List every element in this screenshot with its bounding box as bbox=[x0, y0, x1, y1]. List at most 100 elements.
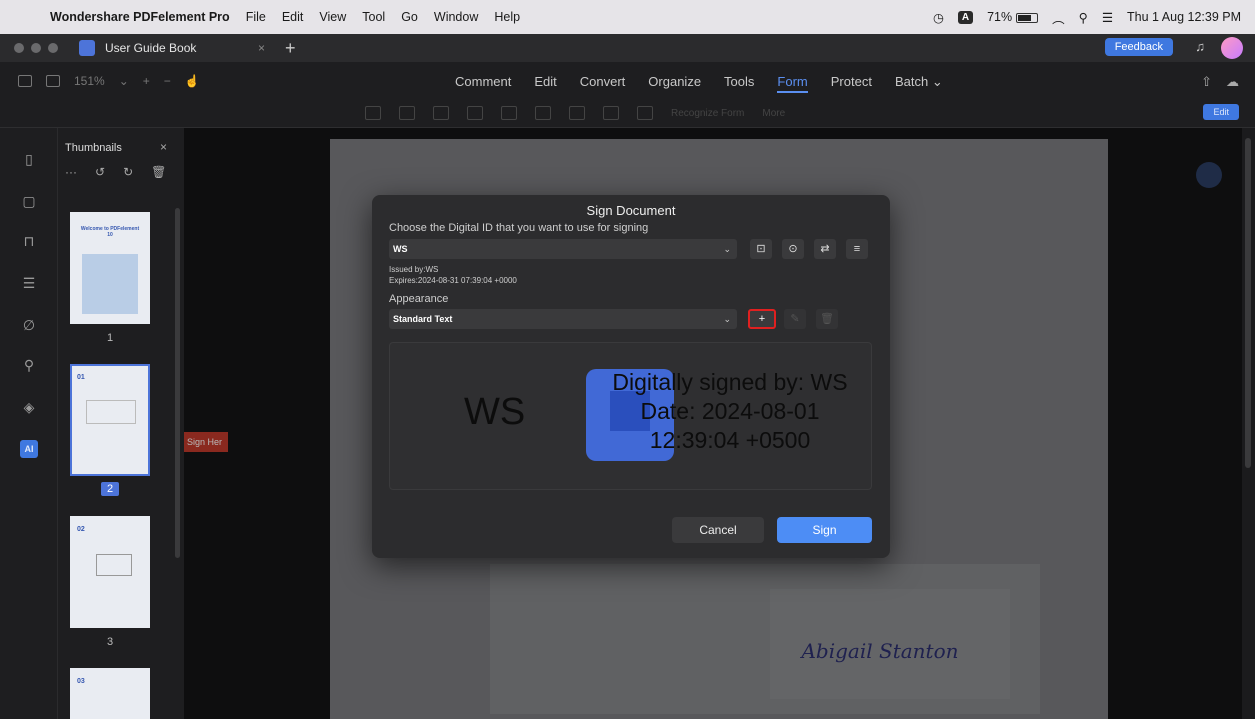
tab-protect[interactable]: Protect bbox=[831, 74, 872, 93]
menu-help[interactable]: Help bbox=[494, 10, 520, 24]
thumb-image bbox=[96, 554, 132, 576]
spotlight-search-icon[interactable]: ⚲ bbox=[1079, 10, 1088, 25]
tab-convert[interactable]: Convert bbox=[580, 74, 626, 93]
issued-by: Issued by:WS bbox=[389, 265, 439, 274]
page-layout-icon[interactable] bbox=[46, 75, 60, 87]
edit-button[interactable]: Edit bbox=[1203, 104, 1239, 120]
page-thumbnail-1[interactable]: Welcome to PDFelement 10 bbox=[70, 212, 150, 324]
recognize-form-button[interactable]: Recognize Form bbox=[671, 108, 744, 119]
tab-batch-label: Batch bbox=[894, 74, 929, 89]
button-field-icon[interactable] bbox=[535, 106, 551, 120]
add-appearance-button[interactable]: + bbox=[748, 309, 776, 329]
apple-icon[interactable] bbox=[14, 9, 28, 25]
tab-tools[interactable]: Tools bbox=[724, 74, 754, 93]
rotate-left-icon[interactable]: ↺ bbox=[95, 165, 105, 179]
menu-view[interactable]: View bbox=[319, 10, 346, 24]
tab-organize[interactable]: Organize bbox=[648, 74, 701, 93]
cancel-button[interactable]: Cancel bbox=[672, 517, 764, 543]
page-number-2-label: 2 bbox=[100, 482, 120, 496]
digital-id-details-icon[interactable]: ⊙ bbox=[782, 239, 804, 259]
tab-comment[interactable]: Comment bbox=[455, 74, 511, 93]
comments-icon[interactable]: ▢ bbox=[20, 192, 38, 210]
page-thumbnail-2[interactable]: 01 bbox=[70, 364, 150, 476]
new-digital-id-icon[interactable]: ⊡ bbox=[750, 239, 772, 259]
panel-toggle-icon[interactable] bbox=[18, 75, 32, 87]
thumb-heading: 01 bbox=[77, 374, 85, 381]
bookmark-icon[interactable]: ⊓ bbox=[20, 232, 38, 250]
signature-field-icon[interactable] bbox=[603, 106, 619, 120]
document-tab-bar: User Guide Book × + Feedback ♫ bbox=[0, 34, 1255, 62]
sign-button[interactable]: Sign bbox=[777, 517, 872, 543]
wifi-icon[interactable]: ︵ bbox=[1052, 8, 1065, 27]
chevron-down-icon: ⌄ bbox=[723, 314, 731, 324]
thumb-image bbox=[86, 400, 136, 424]
document-scrollbar[interactable] bbox=[1242, 128, 1255, 719]
tab-batch[interactable]: Batch ⌄ bbox=[895, 74, 943, 93]
menu-tool[interactable]: Tool bbox=[362, 10, 385, 24]
document-scroll-thumb[interactable] bbox=[1245, 138, 1251, 468]
document-tab[interactable]: User Guide Book × bbox=[79, 37, 279, 59]
more-button[interactable]: More bbox=[762, 108, 785, 119]
layers-icon[interactable]: ◈ bbox=[20, 398, 38, 416]
preview-name: WS bbox=[464, 391, 526, 433]
input-source-icon[interactable]: A bbox=[957, 10, 974, 24]
align-icon[interactable] bbox=[637, 106, 653, 120]
list-box-icon[interactable] bbox=[467, 106, 483, 120]
fields-icon[interactable]: ☰ bbox=[20, 274, 38, 292]
edit-appearance-icon[interactable]: ✎ bbox=[784, 309, 806, 329]
search-icon[interactable]: ⚲ bbox=[20, 356, 38, 374]
digital-id-select[interactable]: WS ⌄ bbox=[389, 239, 737, 259]
zoom-level[interactable]: 151% bbox=[74, 74, 105, 88]
feedback-button[interactable]: Feedback bbox=[1104, 38, 1173, 56]
select-tool-icon[interactable]: ☝ bbox=[185, 74, 200, 88]
tab-form[interactable]: Form bbox=[777, 74, 808, 93]
attachment-icon[interactable]: ∅ bbox=[20, 316, 38, 334]
zoom-in-icon[interactable]: + bbox=[143, 74, 150, 88]
battery-icon bbox=[1016, 12, 1039, 23]
thumbnails-scrollbar[interactable] bbox=[175, 208, 180, 558]
id-list-icon[interactable]: ≡ bbox=[846, 239, 868, 259]
cloud-icon[interactable]: ☁ bbox=[1226, 74, 1239, 90]
chevron-down-icon: ⌄ bbox=[723, 244, 731, 254]
appearance-select[interactable]: Standard Text ⌄ bbox=[389, 309, 737, 329]
new-tab-button[interactable]: + bbox=[285, 38, 296, 59]
user-avatar[interactable] bbox=[1221, 37, 1243, 59]
system-menu-bar: Wondershare PDFelement Pro File Edit Vie… bbox=[0, 0, 1255, 34]
thumbnails-icon[interactable]: ▯ bbox=[20, 150, 38, 168]
page-thumbnail-3[interactable]: 02 bbox=[70, 516, 150, 628]
text-field-icon[interactable] bbox=[365, 106, 381, 120]
tab-edit[interactable]: Edit bbox=[534, 74, 556, 93]
delete-appearance-icon[interactable]: 🗑 bbox=[816, 309, 838, 329]
window-zoom-button[interactable] bbox=[48, 43, 58, 53]
menu-file[interactable]: File bbox=[246, 10, 266, 24]
page-thumbnail-4[interactable]: 03 bbox=[70, 668, 150, 719]
zoom-out-icon[interactable]: − bbox=[164, 74, 171, 88]
combo-box-icon[interactable] bbox=[501, 106, 517, 120]
menu-edit[interactable]: Edit bbox=[282, 10, 304, 24]
delete-page-icon[interactable]: 🗑 bbox=[151, 165, 166, 179]
battery-percent: 71% bbox=[987, 10, 1013, 24]
close-thumbnails-icon[interactable]: × bbox=[160, 140, 167, 154]
clock-status-icon[interactable]: ◷ bbox=[933, 10, 944, 25]
image-field-icon[interactable] bbox=[569, 106, 585, 120]
preview-signed-by: Digitally signed by: WS bbox=[612, 369, 848, 395]
window-minimize-button[interactable] bbox=[31, 43, 41, 53]
refresh-id-icon[interactable]: ⇄ bbox=[814, 239, 836, 259]
thumbnails-tools: ··· ↺ ↻ 🗑 bbox=[65, 165, 166, 179]
app-name-menu[interactable]: Wondershare PDFelement Pro bbox=[50, 10, 230, 24]
menu-go[interactable]: Go bbox=[401, 10, 418, 24]
more-options-icon[interactable]: ··· bbox=[65, 165, 77, 179]
menu-window[interactable]: Window bbox=[434, 10, 478, 24]
control-center-icon[interactable]: ☰ bbox=[1102, 10, 1113, 25]
battery-status[interactable]: 71% bbox=[987, 10, 1039, 24]
ai-assistant-icon[interactable]: AI bbox=[20, 440, 38, 458]
radio-button-icon[interactable] bbox=[433, 106, 449, 120]
share-icon[interactable]: ⇧ bbox=[1201, 74, 1212, 90]
zoom-dropdown-icon[interactable]: ⌄ bbox=[119, 74, 129, 88]
notification-bell-icon[interactable]: ♫ bbox=[1195, 39, 1205, 54]
checkbox-icon[interactable] bbox=[399, 106, 415, 120]
close-tab-icon[interactable]: × bbox=[258, 41, 265, 55]
menubar-datetime[interactable]: Thu 1 Aug 12:39 PM bbox=[1127, 10, 1241, 24]
window-close-button[interactable] bbox=[14, 43, 24, 53]
rotate-right-icon[interactable]: ↻ bbox=[123, 165, 133, 179]
